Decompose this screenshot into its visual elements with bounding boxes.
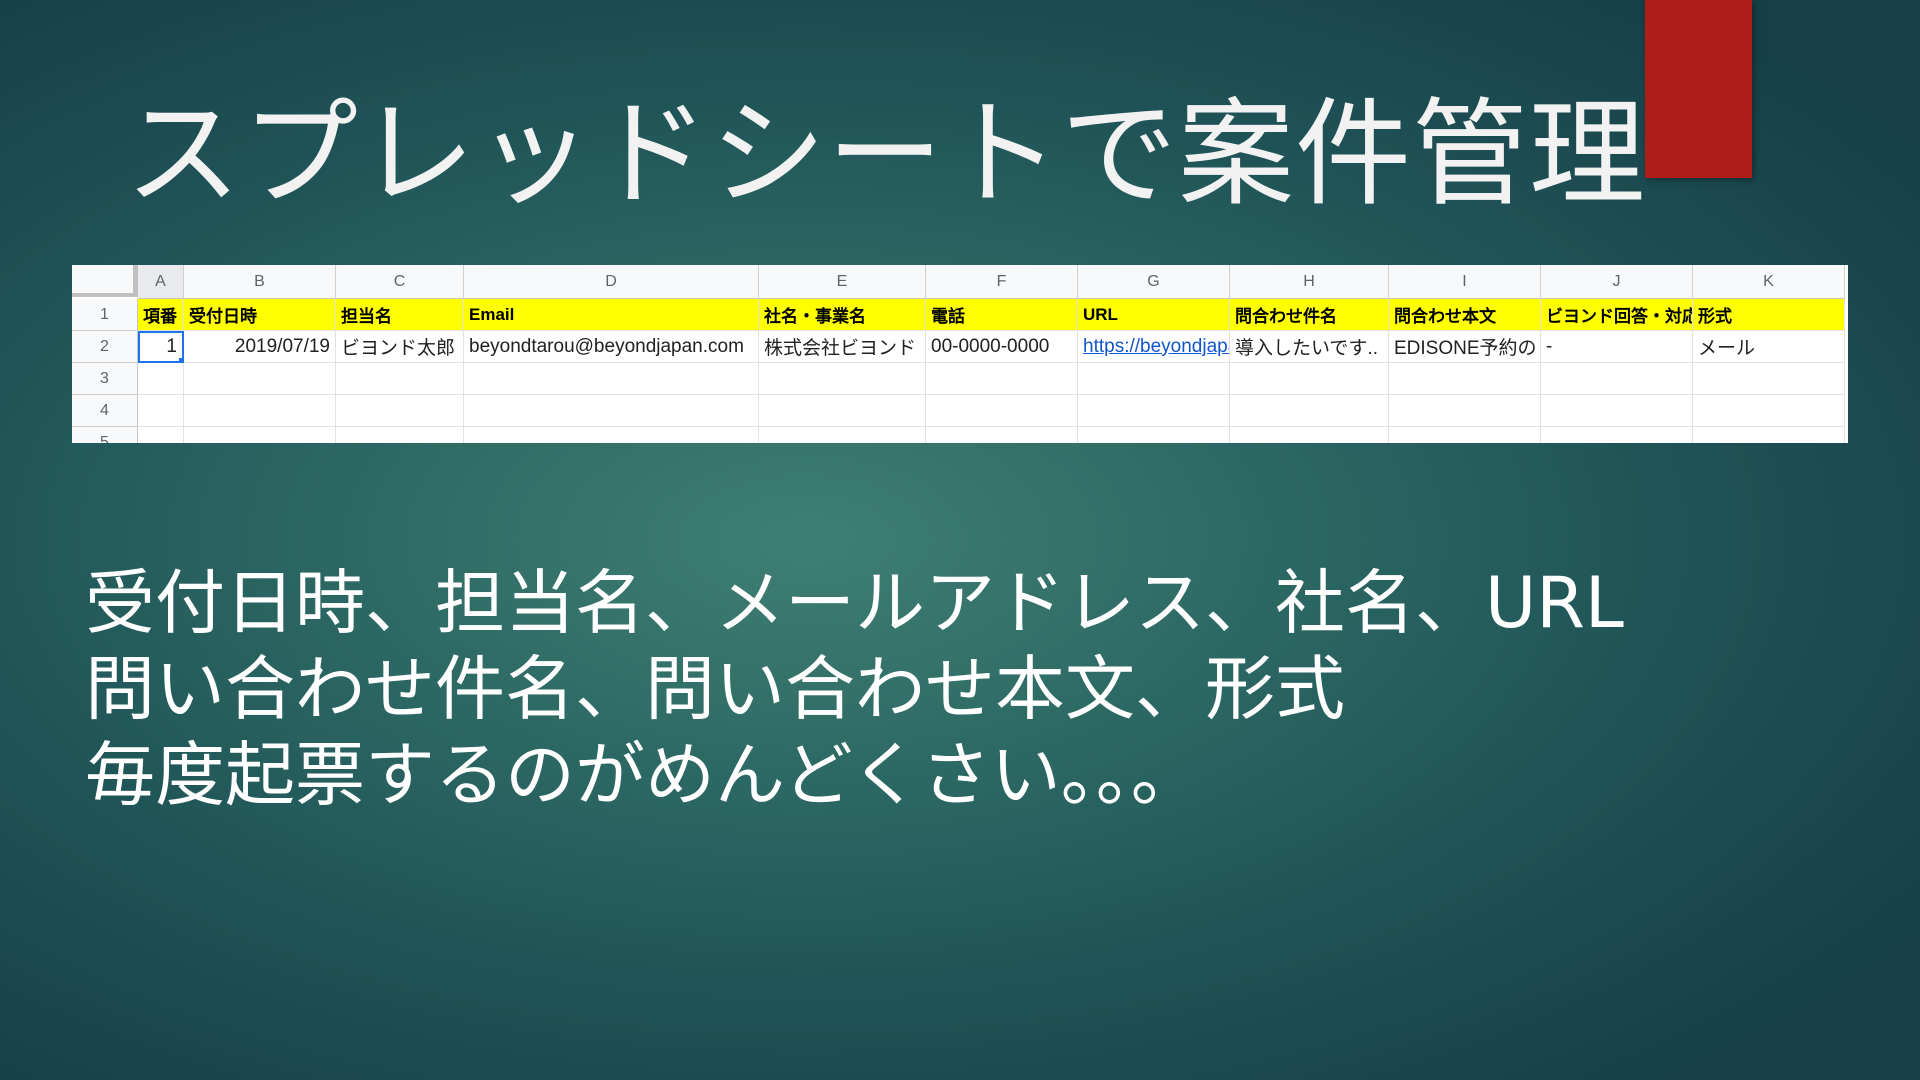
- empty-cell[interactable]: [1230, 363, 1389, 395]
- empty-cell[interactable]: [926, 427, 1078, 443]
- select-all-corner[interactable]: [72, 265, 138, 297]
- header-cell[interactable]: URL: [1078, 299, 1230, 331]
- data-cell[interactable]: 株式会社ビヨンド: [759, 331, 926, 363]
- body-line: 毎度起票するのがめんどくさい。。。: [85, 734, 1201, 816]
- empty-cell[interactable]: [1693, 395, 1845, 427]
- row-number[interactable]: 1: [72, 299, 138, 331]
- empty-cell[interactable]: [759, 427, 926, 443]
- data-cell[interactable]: beyondtarou@beyondjapan.com: [464, 331, 759, 363]
- column-header-j[interactable]: J: [1541, 265, 1693, 299]
- table-row: 3: [72, 363, 1845, 395]
- column-header-d[interactable]: D: [464, 265, 759, 299]
- empty-cell[interactable]: [1078, 427, 1230, 443]
- column-header-k[interactable]: K: [1693, 265, 1845, 299]
- slide-body: 受付日時、担当名、メールアドレス、社名、URL 問い合わせ件名、問い合わせ本文、…: [85, 560, 1624, 818]
- data-cell[interactable]: 導入したいです..: [1230, 331, 1389, 363]
- empty-cell[interactable]: [1389, 363, 1541, 395]
- table-row: 1 項番 受付日時 担当名 Email 社名・事業名 電話 URL 問合わせ件名…: [72, 299, 1845, 331]
- empty-cell[interactable]: [926, 363, 1078, 395]
- empty-cell[interactable]: [1389, 395, 1541, 427]
- data-cell[interactable]: ビヨンド太郎: [336, 331, 464, 363]
- column-header-a[interactable]: A: [138, 265, 184, 299]
- header-cell[interactable]: 社名・事業名: [759, 299, 926, 331]
- header-cell[interactable]: 問合わせ件名: [1230, 299, 1389, 331]
- empty-cell[interactable]: [336, 363, 464, 395]
- table-row: 5: [72, 427, 1845, 443]
- data-cell[interactable]: -: [1541, 331, 1693, 363]
- data-cell[interactable]: 00-0000-0000: [926, 331, 1078, 363]
- empty-cell[interactable]: [1541, 427, 1693, 443]
- table-row: 4: [72, 395, 1845, 427]
- row-number[interactable]: 3: [72, 363, 138, 395]
- empty-cell[interactable]: [759, 363, 926, 395]
- body-line: 問い合わせ件名、問い合わせ本文、形式: [85, 648, 1345, 730]
- empty-cell[interactable]: [184, 363, 336, 395]
- column-header-b[interactable]: B: [184, 265, 336, 299]
- column-header-e[interactable]: E: [759, 265, 926, 299]
- header-cell[interactable]: 項番: [138, 299, 184, 331]
- row-number[interactable]: 5: [72, 427, 138, 443]
- red-accent-bar: [1645, 0, 1752, 178]
- empty-cell[interactable]: [1541, 395, 1693, 427]
- empty-cell[interactable]: [1078, 363, 1230, 395]
- empty-cell[interactable]: [464, 363, 759, 395]
- data-cell[interactable]: メール: [1693, 331, 1845, 363]
- empty-cell[interactable]: [1078, 395, 1230, 427]
- empty-cell[interactable]: [1693, 427, 1845, 443]
- header-cell[interactable]: 担当名: [336, 299, 464, 331]
- header-cell[interactable]: 問合わせ本文: [1389, 299, 1541, 331]
- header-cell[interactable]: Email: [464, 299, 759, 331]
- empty-cell[interactable]: [464, 427, 759, 443]
- data-cell-selected[interactable]: 1: [138, 331, 184, 363]
- empty-cell[interactable]: [1230, 395, 1389, 427]
- empty-cell[interactable]: [336, 427, 464, 443]
- table-row: 2 1 2019/07/19 ビヨンド太郎 beyondtarou@beyond…: [72, 331, 1845, 363]
- empty-cell[interactable]: [184, 427, 336, 443]
- url-link[interactable]: https://beyondjapan.com: [1078, 331, 1230, 363]
- row-number[interactable]: 2: [72, 331, 138, 363]
- empty-cell[interactable]: [1389, 427, 1541, 443]
- column-header-row: A B C D E F G H I J K: [138, 265, 1845, 299]
- empty-cell[interactable]: [464, 395, 759, 427]
- empty-cell[interactable]: [1541, 363, 1693, 395]
- empty-cell[interactable]: [1693, 363, 1845, 395]
- header-cell[interactable]: 形式: [1693, 299, 1845, 331]
- header-cell[interactable]: ビヨンド回答・対応: [1541, 299, 1693, 331]
- empty-cell[interactable]: [138, 395, 184, 427]
- empty-cell[interactable]: [926, 395, 1078, 427]
- spreadsheet-screenshot: A B C D E F G H I J K 1 項番 受付日時 担当名 Emai…: [72, 265, 1848, 443]
- empty-cell[interactable]: [336, 395, 464, 427]
- empty-cell[interactable]: [759, 395, 926, 427]
- header-cell[interactable]: 受付日時: [184, 299, 336, 331]
- body-line: 受付日時、担当名、メールアドレス、社名、URL: [85, 562, 1624, 644]
- empty-cell[interactable]: [138, 427, 184, 443]
- header-cell[interactable]: 電話: [926, 299, 1078, 331]
- empty-cell[interactable]: [138, 363, 184, 395]
- empty-cell[interactable]: [1230, 427, 1389, 443]
- column-header-i[interactable]: I: [1389, 265, 1541, 299]
- empty-cell[interactable]: [184, 395, 336, 427]
- slide-title: スプレッドシートで案件管理: [125, 87, 1646, 222]
- row-number[interactable]: 4: [72, 395, 138, 427]
- column-header-g[interactable]: G: [1078, 265, 1230, 299]
- data-cell[interactable]: 2019/07/19: [184, 331, 336, 363]
- data-cell[interactable]: EDISONE予約の: [1389, 331, 1541, 363]
- column-header-c[interactable]: C: [336, 265, 464, 299]
- column-header-h[interactable]: H: [1230, 265, 1389, 299]
- column-header-f[interactable]: F: [926, 265, 1078, 299]
